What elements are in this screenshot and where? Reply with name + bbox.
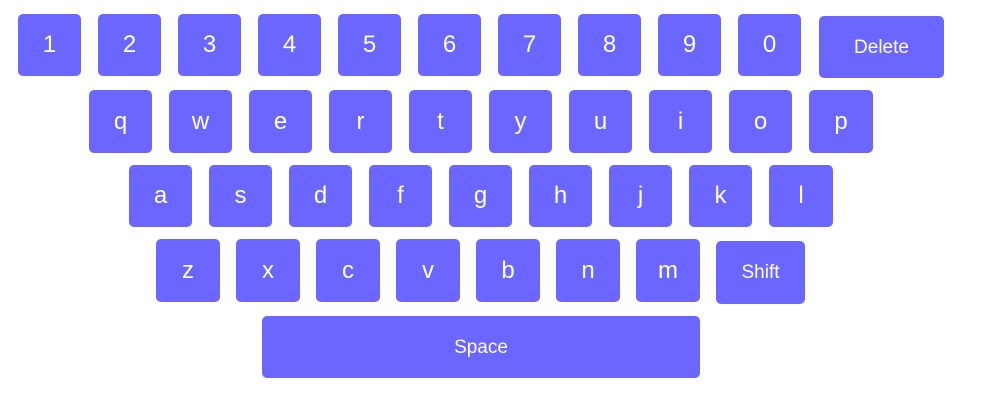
key-4[interactable]: 4 [258,14,321,76]
key-k[interactable]: k [689,165,752,227]
key-t[interactable]: t [409,90,472,153]
key-8[interactable]: 8 [578,14,641,76]
virtual-keyboard: 1 2 3 4 5 6 7 8 9 0 Delete q w e r t y u… [0,0,982,408]
key-p[interactable]: p [809,90,873,153]
key-h[interactable]: h [529,165,592,227]
key-y[interactable]: y [489,90,552,153]
key-s[interactable]: s [209,165,272,227]
key-f[interactable]: f [369,165,432,227]
key-q[interactable]: q [89,90,152,153]
key-b[interactable]: b [476,239,540,302]
key-6[interactable]: 6 [418,14,481,76]
key-u[interactable]: u [569,90,632,153]
key-1[interactable]: 1 [18,14,81,76]
key-o[interactable]: o [729,90,792,153]
key-n[interactable]: n [556,239,620,302]
key-x[interactable]: x [236,239,300,302]
key-a[interactable]: a [129,165,192,227]
key-r[interactable]: r [329,90,392,153]
key-5[interactable]: 5 [338,14,401,76]
space-key[interactable]: Space [262,316,700,378]
key-g[interactable]: g [449,165,512,227]
key-i[interactable]: i [649,90,712,153]
key-9[interactable]: 9 [658,14,721,76]
key-m[interactable]: m [636,239,700,302]
key-0[interactable]: 0 [738,14,801,76]
key-7[interactable]: 7 [498,14,561,76]
key-2[interactable]: 2 [98,14,161,76]
key-l[interactable]: l [769,165,833,227]
shift-key[interactable]: Shift [716,241,805,304]
key-j[interactable]: j [609,165,672,227]
key-e[interactable]: e [249,90,312,153]
key-d[interactable]: d [289,165,352,227]
key-z[interactable]: z [156,239,220,302]
key-3[interactable]: 3 [178,14,241,76]
key-w[interactable]: w [169,90,232,153]
delete-key[interactable]: Delete [819,16,944,78]
key-c[interactable]: c [316,239,380,302]
key-v[interactable]: v [396,239,460,302]
